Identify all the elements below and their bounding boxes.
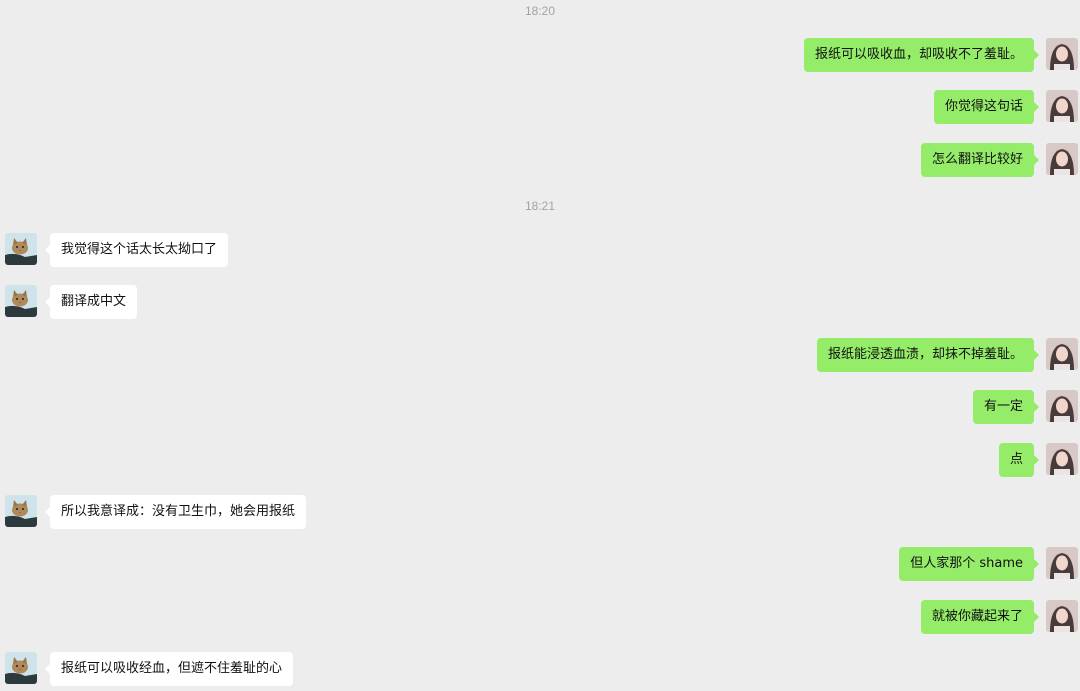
message-bubble-self[interactable]: 就被你藏起来了 <box>920 600 1040 634</box>
message-bubble-other[interactable]: 报纸可以吸收经血，但遮不住羞耻的心 <box>44 652 294 686</box>
self-avatar-icon[interactable] <box>1046 90 1078 122</box>
self-avatar-icon[interactable] <box>1046 143 1078 175</box>
message-bubble-other[interactable]: 所以我意译成：没有卫生巾，她会用报纸 <box>44 495 307 529</box>
contact-avatar-icon[interactable] <box>5 233 37 265</box>
contact-avatar-icon[interactable] <box>5 652 37 684</box>
message-bubble-self[interactable]: 有一定 <box>972 390 1040 424</box>
message-bubble-self[interactable]: 但人家那个 shame <box>899 547 1039 581</box>
message-bubble-self[interactable]: 怎么翻译比较好 <box>920 143 1040 177</box>
contact-avatar-icon[interactable] <box>5 495 37 527</box>
message-bubble-other[interactable]: 我觉得这个话太长太拗口了 <box>44 233 229 267</box>
self-avatar-icon[interactable] <box>1046 547 1078 579</box>
timestamp: 18:21 <box>524 199 556 213</box>
message-bubble-other[interactable]: 翻译成中文 <box>44 285 138 319</box>
timestamp: 18:20 <box>524 4 556 18</box>
self-avatar-icon[interactable] <box>1046 38 1078 70</box>
message-bubble-self[interactable]: 你觉得这句话 <box>933 90 1040 124</box>
message-bubble-self[interactable]: 报纸能浸透血渍，却抹不掉羞耻。 <box>816 338 1040 372</box>
message-bubble-self[interactable]: 报纸可以吸收血，却吸收不了羞耻。 <box>803 38 1040 72</box>
self-avatar-icon[interactable] <box>1046 390 1078 422</box>
self-avatar-icon[interactable] <box>1046 443 1078 475</box>
self-avatar-icon[interactable] <box>1046 600 1078 632</box>
chat-window: 18:20 报纸可以吸收血，却吸收不了羞耻。 你觉得这句话 怎么翻译比较好 18… <box>0 0 1080 691</box>
contact-avatar-icon[interactable] <box>5 285 37 317</box>
self-avatar-icon[interactable] <box>1046 338 1078 370</box>
message-bubble-self[interactable]: 点 <box>998 443 1040 477</box>
